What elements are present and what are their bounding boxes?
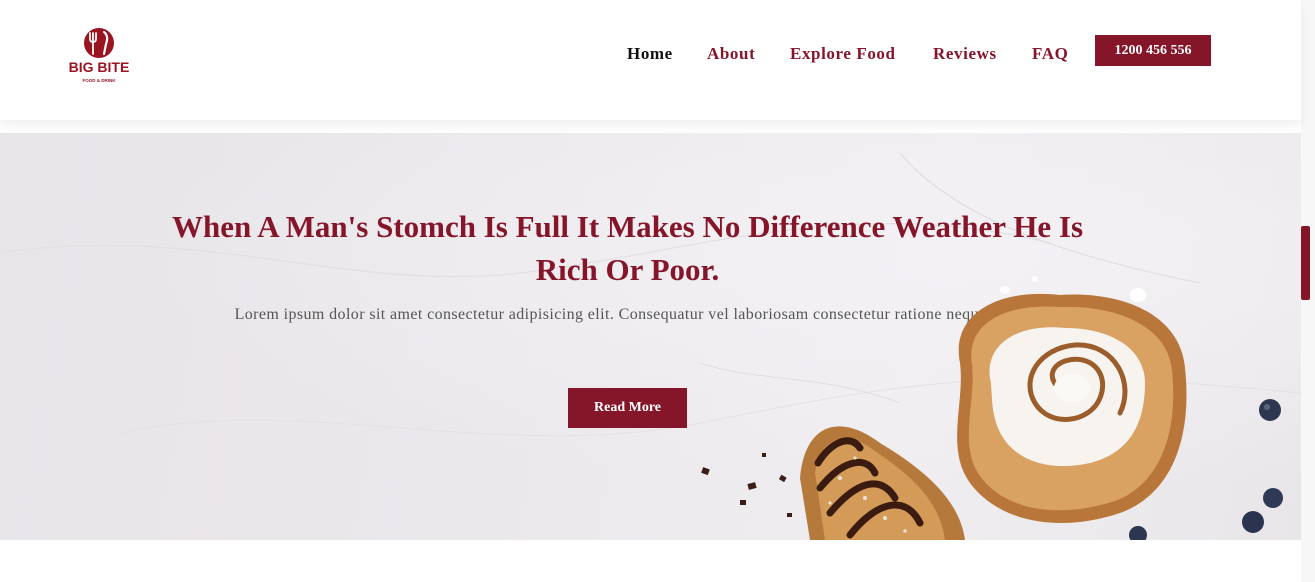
hero-section: When A Man's Stomch Is Full It Makes No … bbox=[0, 133, 1301, 540]
chocolate-pastry bbox=[800, 426, 965, 540]
svg-text:FOOD & DRINK: FOOD & DRINK bbox=[83, 78, 117, 83]
nav-about[interactable]: About bbox=[707, 44, 755, 64]
pastry-image bbox=[701, 276, 1283, 540]
chocolate-crumbs bbox=[701, 453, 792, 517]
scrollbar-thumb[interactable] bbox=[1301, 226, 1310, 300]
nav-faq[interactable]: FAQ bbox=[1032, 44, 1068, 64]
site-header: BIG BITE FOOD & DRINK Home About Explore… bbox=[0, 0, 1301, 120]
nav-reviews[interactable]: Reviews bbox=[933, 44, 997, 64]
cinnamon-roll bbox=[957, 293, 1187, 523]
nav-explore-food[interactable]: Explore Food bbox=[790, 44, 896, 64]
nav-home[interactable]: Home bbox=[627, 44, 673, 64]
read-more-button[interactable]: Read More bbox=[568, 388, 687, 428]
phone-button[interactable]: 1200 456 556 bbox=[1095, 35, 1211, 66]
